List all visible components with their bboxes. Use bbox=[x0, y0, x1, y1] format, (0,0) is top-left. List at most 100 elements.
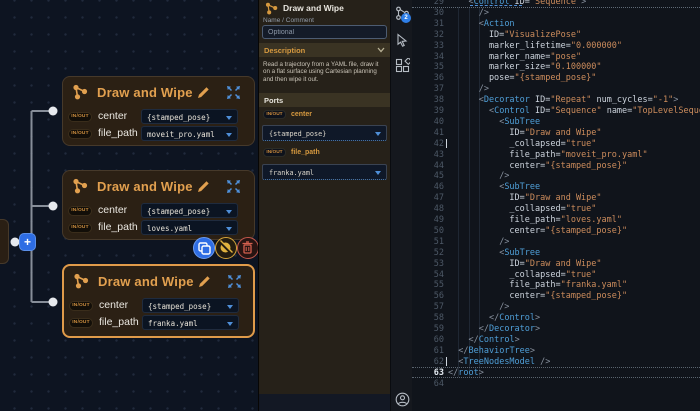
code-line[interactable]: 31 <Action bbox=[412, 18, 700, 29]
line-number: 34 bbox=[433, 51, 444, 62]
code-line[interactable]: 40 <SubTree bbox=[412, 116, 700, 127]
line-text: ID="VisualizePose" bbox=[448, 29, 582, 40]
delete-node-button[interactable] bbox=[237, 237, 259, 259]
edit-pencil-icon[interactable] bbox=[196, 85, 211, 100]
disable-node-button[interactable] bbox=[215, 237, 237, 259]
code-line[interactable]: 57 /> bbox=[412, 301, 700, 312]
code-line[interactable]: 48 _collapsed="true" bbox=[412, 203, 700, 214]
node-port-row: IN/OUT file_path moveit_pro.yaml bbox=[63, 126, 254, 142]
line-number: 33 bbox=[433, 40, 444, 51]
code-line[interactable]: 35 marker_size="0.100000" bbox=[412, 61, 700, 72]
code-line[interactable]: 39 <Control ID="Sequence" name="TopLevel… bbox=[412, 105, 700, 116]
edit-pencil-icon[interactable] bbox=[197, 274, 212, 289]
port-name: center bbox=[291, 111, 313, 118]
behavior-tree-node[interactable]: Draw and Wipe IN/OUT center {stamped_pos… bbox=[62, 264, 255, 338]
line-number: 46 bbox=[433, 182, 444, 193]
line-text: </BehaviorTree> bbox=[458, 345, 536, 356]
account-icon[interactable] bbox=[395, 392, 410, 407]
code-line[interactable]: 62 <TreeNodesModel /> bbox=[412, 356, 700, 367]
line-text: <Action bbox=[478, 18, 515, 29]
port-value-text: franka.yaml bbox=[269, 168, 315, 177]
code-line[interactable]: 36 pose="{stamped_pose}" bbox=[412, 72, 700, 83]
add-child-button[interactable]: + bbox=[19, 233, 36, 251]
port-name: center bbox=[98, 204, 128, 216]
line-number: 32 bbox=[433, 29, 444, 40]
port-value-dropdown[interactable]: franka.yaml bbox=[142, 315, 239, 330]
tag-match-underline bbox=[470, 5, 522, 6]
code-line[interactable]: 33 marker_lifetime="0.000000" bbox=[412, 40, 700, 51]
code-line[interactable]: 56 center="{stamped_pose}" bbox=[412, 290, 700, 301]
port-direction-badge: IN/OUT bbox=[69, 301, 93, 311]
code-line[interactable]: 47 ID="Draw and Wipe" bbox=[412, 192, 700, 203]
behavior-tree-node[interactable]: Draw and Wipe IN/OUT center {stamped_pos… bbox=[62, 170, 255, 240]
line-number: 44 bbox=[433, 160, 444, 171]
code-line[interactable]: 34 marker_name="pose" bbox=[412, 51, 700, 62]
duplicate-node-button[interactable] bbox=[193, 237, 215, 259]
node-graph-canvas[interactable]: + Draw and Wipe IN/OUT center {stamped_p… bbox=[0, 0, 259, 411]
line-text: /> bbox=[499, 236, 510, 247]
code-line[interactable]: 55 file_path="franka.yaml" bbox=[412, 279, 700, 290]
line-number: 37 bbox=[433, 84, 444, 95]
expand-arrows-icon[interactable] bbox=[226, 85, 241, 100]
view-switcher-rail: 2 bbox=[390, 0, 412, 411]
code-line[interactable]: 49 file_path="loves.yaml" bbox=[412, 214, 700, 225]
node-input-port[interactable] bbox=[48, 106, 58, 116]
code-line[interactable]: 43 file_path="moveit_pro.yaml" bbox=[412, 149, 700, 160]
port-value-combobox[interactable]: franka.yaml bbox=[262, 163, 387, 180]
line-number: 30 bbox=[433, 7, 444, 18]
description-section-header[interactable]: Description bbox=[259, 43, 391, 57]
code-line[interactable]: 58 </Control> bbox=[412, 312, 700, 323]
expand-arrows-icon[interactable] bbox=[227, 274, 242, 289]
code-line[interactable]: 45 /> bbox=[412, 170, 700, 181]
node-input-port[interactable] bbox=[48, 201, 58, 211]
code-line[interactable]: 41 ID="Draw and Wipe" bbox=[412, 127, 700, 138]
code-line[interactable]: 44 center="{stamped_pose}" bbox=[412, 160, 700, 171]
code-line[interactable]: 52 <SubTree bbox=[412, 247, 700, 258]
chevron-down-icon bbox=[377, 47, 385, 53]
node-title: Draw and Wipe bbox=[97, 85, 193, 100]
code-line[interactable]: 51 /> bbox=[412, 236, 700, 247]
expand-arrows-icon[interactable] bbox=[226, 179, 241, 194]
name-comment-input[interactable] bbox=[262, 25, 387, 39]
parent-node-partial[interactable] bbox=[0, 219, 9, 264]
code-line[interactable]: 53 ID="Draw and Wipe" bbox=[412, 258, 700, 269]
tree-node-icon bbox=[73, 84, 88, 100]
line-number: 56 bbox=[433, 291, 444, 302]
line-text: /> bbox=[478, 84, 489, 95]
port-value-dropdown[interactable]: {stamped_pose} bbox=[142, 298, 239, 313]
line-text: ID="Draw and Wipe" bbox=[448, 258, 602, 269]
edit-pencil-icon[interactable] bbox=[196, 179, 211, 194]
port-value-text: {stamped_pose} bbox=[147, 113, 211, 122]
behavior-tree-node[interactable]: Draw and Wipe IN/OUT center {stamped_pos… bbox=[62, 76, 255, 146]
node-port-row: IN/OUT center {stamped_pose} bbox=[64, 298, 253, 314]
line-text: </Decorator> bbox=[478, 324, 541, 334]
node-title: Draw and Wipe bbox=[98, 274, 194, 289]
node-palette-icon[interactable] bbox=[395, 58, 410, 73]
code-line[interactable]: 64 bbox=[412, 378, 700, 389]
port-direction-badge: IN/OUT bbox=[68, 112, 92, 122]
code-line[interactable]: 54 _collapsed="true" bbox=[412, 269, 700, 280]
port-value-dropdown[interactable]: moveit_pro.yaml bbox=[141, 126, 238, 141]
port-value-dropdown[interactable]: {stamped_pose} bbox=[141, 203, 238, 218]
port-value-text: franka.yaml bbox=[148, 319, 198, 328]
code-line[interactable]: 59 </Decorator> bbox=[412, 323, 700, 334]
select-tool-icon[interactable] bbox=[395, 33, 410, 48]
line-number: 38 bbox=[433, 95, 444, 106]
dropdown-caret-icon bbox=[226, 227, 232, 231]
port-value-combobox[interactable]: {stamped_pose} bbox=[262, 125, 387, 141]
dropdown-caret-icon bbox=[227, 322, 233, 326]
code-line[interactable]: 46 <SubTree bbox=[412, 181, 700, 192]
port-value-dropdown[interactable]: {stamped_pose} bbox=[141, 109, 238, 124]
node-input-port[interactable] bbox=[48, 297, 58, 307]
code-line[interactable]: 30 /> bbox=[412, 7, 700, 18]
port-value-dropdown[interactable]: loves.yaml bbox=[141, 220, 238, 235]
line-text: </Control> bbox=[488, 313, 541, 324]
code-line[interactable]: 61 </BehaviorTree> bbox=[412, 345, 700, 356]
code-line[interactable]: 50 center="{stamped_pose}" bbox=[412, 225, 700, 236]
code-line[interactable]: 42 _collapsed="true" bbox=[412, 138, 700, 149]
code-line[interactable]: 37 /> bbox=[412, 83, 700, 94]
code-line[interactable]: 60 </Control> bbox=[412, 334, 700, 345]
code-line[interactable]: 32 ID="VisualizePose" bbox=[412, 29, 700, 40]
code-line[interactable]: 38 <Decorator ID="Repeat" num_cycles="-1… bbox=[412, 94, 700, 105]
xml-code-editor[interactable]: 29 <Control ID="Sequence"> 30 /> 31 <Actio… bbox=[412, 0, 700, 411]
